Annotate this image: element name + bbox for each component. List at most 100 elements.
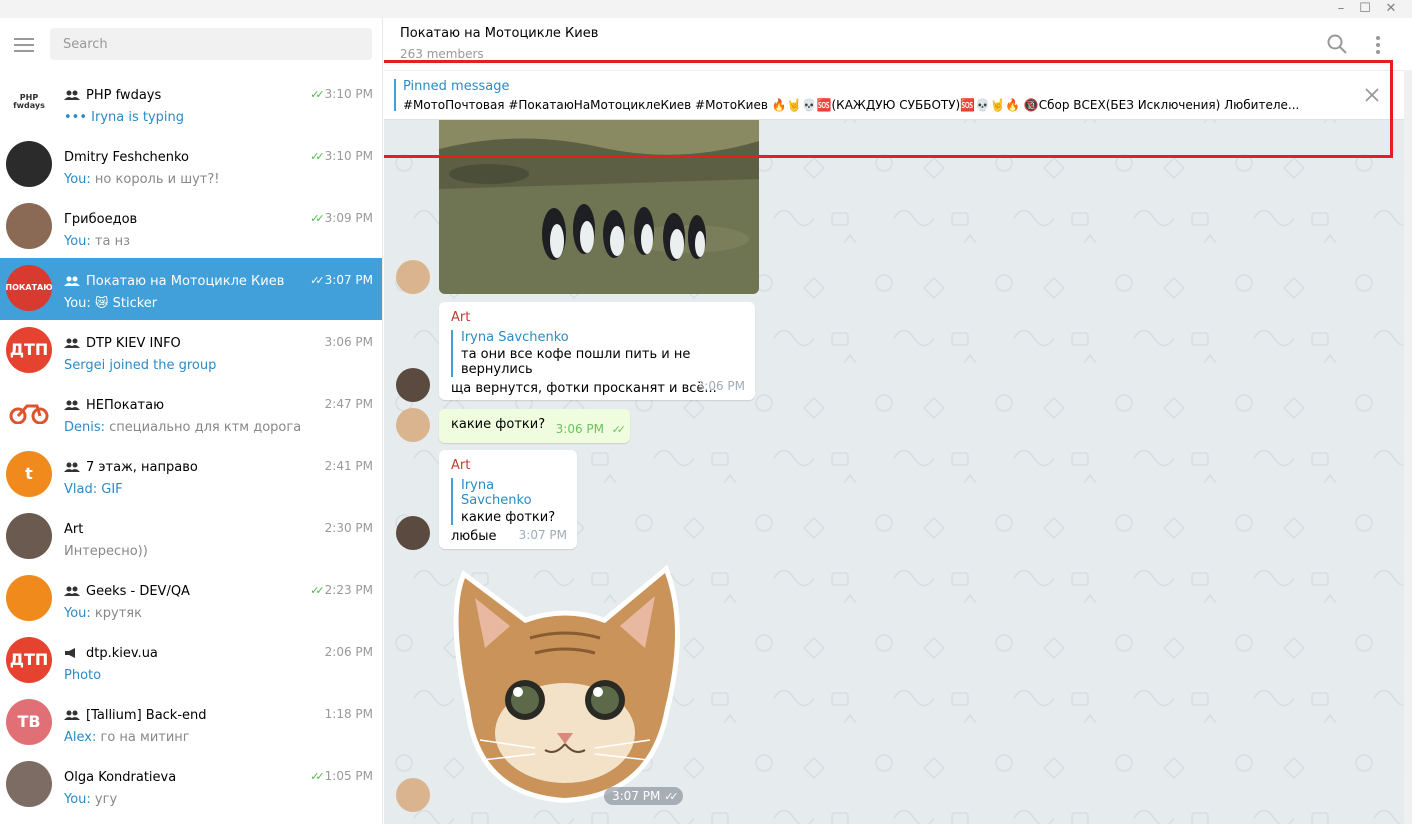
preview-sender: You: [64,296,91,311]
chat-list-item[interactable]: ПОКАТАЮ Покатаю на Мотоцикле Киев ✓✓ 3:07 P… [0,258,382,320]
chat-time-text: 3:09 PM [324,211,373,225]
chat-list-item[interactable]: ДТП dtp.kiev.ua 2:06 PM Photo [0,630,382,692]
chat-avatar-text: ДТП [9,340,49,359]
reply-quote[interactable]: Iryna Savchenko та они все кофе пошли пи… [451,330,743,377]
chat-preview: ••• Iryna is typing [64,110,373,125]
pinned-message-bar[interactable]: Pinned message #МотоПочтовая #ПокатаюНаМ… [384,70,1404,120]
chat-list-item[interactable]: Art 2:30 PM Интересно)) [0,506,382,568]
chat-list-item[interactable]: Olga Kondratieva ✓✓ 1:05 PM You: угу [0,754,382,816]
search-input[interactable] [50,28,372,60]
chat-list-item[interactable]: ДТП DTP KIEV INFO 3:06 PM Sergei joined the… [0,320,382,382]
chat-preview: You: 😿 Sticker [64,296,373,311]
message-time: 3:06 PM [555,422,604,436]
chat-list-item[interactable]: НЕПокатаю 2:47 PM Denis: специально для кт… [0,382,382,444]
chat-time: ✓✓ 2:23 PM [310,583,373,597]
chat-time: 3:06 PM [325,335,373,349]
chat-time-text: 3:07 PM [324,273,373,287]
maximize-button[interactable]: ☐ [1354,0,1376,16]
reply-author: Iryna Savchenko [461,330,569,345]
chat-avatar [6,513,52,559]
close-pinned-icon[interactable] [1364,87,1380,103]
preview-sender: Alex: [64,730,97,745]
hamburger-menu-icon[interactable] [14,38,34,52]
chat-title[interactable]: Покатаю на Мотоцикле Киев [400,26,598,41]
chat-time: 2:47 PM [325,397,373,411]
chat-list-item[interactable]: Geeks - DEV/QA ✓✓ 2:23 PM You: крутяк [0,568,382,630]
user-avatar-iryna[interactable] [396,408,430,442]
chat-preview: Интересно)) [64,544,373,559]
chat-avatar: ПОКАТАЮ [6,265,52,311]
preview-text: крутяк [90,606,142,621]
chat-avatar [6,141,52,187]
gif-message-penguins[interactable] [439,119,759,294]
chat-list-item[interactable]: Dmitry Feshchenko ✓✓ 3:10 PM You: но король… [0,134,382,196]
user-avatar-art[interactable] [396,516,430,550]
preview-sender: Denis: [64,420,106,435]
chat-preview: You: угу [64,792,373,807]
more-vertical-icon[interactable] [1368,34,1388,56]
message-time: 3:07 PM [518,528,567,542]
channel-icon [64,647,82,659]
search-icon[interactable] [1326,33,1348,55]
chat-list-item[interactable]: TB [Tallium] Back-end 1:18 PM Alex: го на м… [0,692,382,754]
chat-time-text: 2:30 PM [324,521,373,535]
message-bubble[interactable]: Art Iryna Savchenko какие фотки? любые 3… [439,450,577,549]
close-window-button[interactable]: ✕ [1380,0,1402,16]
preview-text: 😿 Sticker [90,296,158,311]
chat-avatar: ДТП [6,327,52,373]
chat-avatar [6,389,52,435]
scrollbar[interactable] [1404,70,1412,824]
sticker-sad-cat[interactable] [440,558,690,813]
chat-preview: Denis: специально для ктм дорога [64,420,373,435]
chat-preview: You: но король и шут?! [64,172,373,187]
user-avatar-art[interactable] [396,368,430,402]
minimize-button[interactable]: – [1330,0,1352,16]
chat-avatar: TB [6,699,52,745]
message-sender: Art [451,458,471,473]
pinned-accent-bar [394,79,396,111]
preview-sender: Vlad: [64,482,98,497]
reply-text: какие фотки? [461,510,556,525]
chat-list-item[interactable]: t7 этаж, направо 2:41 PM Vlad: GIF [0,444,382,506]
chat-avatar-text: TB [17,712,41,731]
group-icon [64,585,82,597]
chat-list-item[interactable]: PHP fwdays PHP fwdays ✓✓ 3:10 PM ••• Iryna i… [0,72,382,134]
preview-text: го на митинг [96,730,190,745]
chat-avatar-text: ПОКАТАЮ [6,283,52,292]
group-icon [64,709,82,721]
chat-time: 2:41 PM [325,459,373,473]
reply-quote[interactable]: Iryna Savchenko какие фотки? [451,478,565,525]
chat-time-text: 2:41 PM [324,459,373,473]
read-checkmarks-icon: ✓✓ [310,149,325,163]
message-bubble[interactable]: Art Iryna Savchenko та они все кофе пошл… [439,302,755,400]
chat-preview: Vlad: GIF [64,482,373,497]
reply-author: Iryna Savchenko [461,478,532,508]
user-avatar-iryna[interactable] [396,260,430,294]
chat-avatar-text: t [25,464,33,483]
group-icon [64,275,82,287]
chat-list-item[interactable]: Грибоедов ✓✓ 3:09 PM You: та нз [0,196,382,258]
read-checkmarks-icon: ✓✓ [310,583,325,597]
user-avatar-iryna[interactable] [396,778,430,812]
read-checkmarks-icon: ✓✓ [310,211,325,225]
preview-sender: You: [64,606,91,621]
message-bubble-outgoing[interactable]: какие фотки? 3:06 PM ✓✓ [439,409,630,443]
chat-list: PHP fwdays PHP fwdays ✓✓ 3:10 PM ••• Iryna i… [0,72,382,816]
preview-text: угу [90,792,118,807]
read-checkmarks-icon: ✓✓ [310,769,325,783]
message-sender: Art [451,310,471,325]
read-checkmarks-icon: ✓✓ [310,273,325,287]
read-checkmarks-icon: ✓✓ [664,790,679,803]
chat-time-text: 2:47 PM [324,397,373,411]
pinned-label: Pinned message [403,79,510,94]
chat-time-text: 3:10 PM [324,87,373,101]
chat-time-text: 1:05 PM [324,769,373,783]
sidebar: PHP fwdaysPHP fwdays✓✓3:10 PM••• Iryna i… [0,18,383,824]
sticker-time-badge: 3:07 PM ✓✓ [604,787,683,805]
chat-time-text: 3:10 PM [324,149,373,163]
sticker-time: 3:07 PM [612,789,661,803]
window-titlebar: – ☐ ✕ [0,0,1412,18]
chat-time: 2:30 PM [325,521,373,535]
preview-text: GIF [97,482,123,497]
chat-area: Art Iryna Savchenko та они все кофе пошл… [384,18,1412,824]
